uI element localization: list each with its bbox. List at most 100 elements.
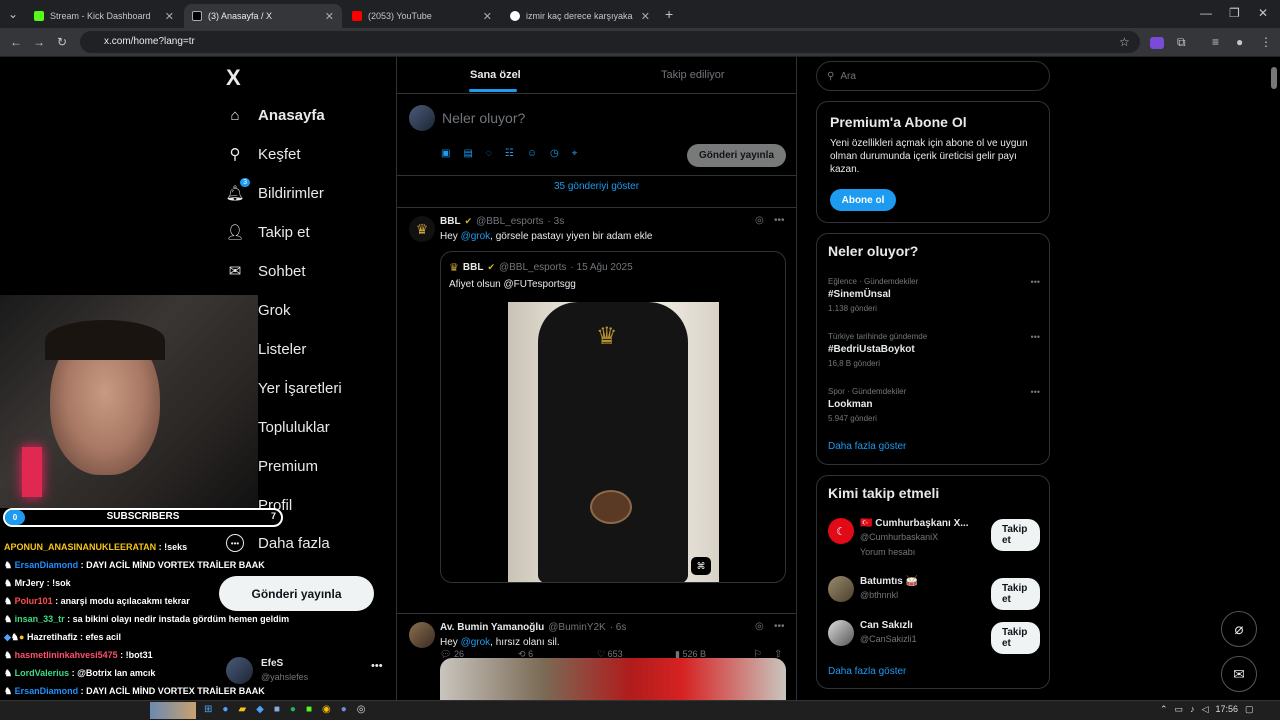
cake-shape	[590, 490, 632, 524]
app-icon[interactable]: ■	[274, 704, 280, 715]
folder-icon[interactable]: ▰	[238, 704, 246, 715]
tab-following[interactable]: Takip ediliyor	[661, 69, 725, 81]
discord-icon[interactable]: ●	[341, 704, 347, 715]
quoted-tweet[interactable]: ♛ BBL ✔ @BBL_esports · 15 Ağu 2025 Afiye…	[440, 251, 786, 583]
back-icon[interactable]: ←	[10, 35, 22, 49]
sidebar-item-explore[interactable]: ⚲ Keşfet	[226, 145, 301, 164]
poll-icon[interactable]: ☷	[505, 148, 514, 159]
follow-button[interactable]: Takip et	[991, 622, 1040, 654]
follow-suggestion[interactable]: Batumtıs 🥁 @bthnnkl Takip et	[828, 574, 1040, 610]
close-window-icon[interactable]: ✕	[1258, 6, 1268, 20]
media-icon[interactable]: ≡	[1212, 35, 1219, 49]
x-logo[interactable]: X	[226, 65, 241, 91]
profile-icon[interactable]: ●	[1236, 35, 1243, 49]
windows-icon[interactable]: ⊞	[204, 704, 212, 715]
grok-icon[interactable]: ◎	[755, 215, 764, 226]
close-icon[interactable]: ✕	[641, 10, 650, 23]
more-icon[interactable]: •••	[1031, 387, 1040, 397]
extension-icon[interactable]	[1150, 37, 1164, 49]
follow-suggestion[interactable]: ☾ 🇹🇷 Cumhurbaşkanı X... @CumhurbaskaniX …	[828, 516, 1040, 560]
app-icon[interactable]: ■	[306, 704, 312, 715]
tweet-time[interactable]: · 3s	[548, 216, 565, 227]
follow-button[interactable]: Takip et	[991, 578, 1040, 610]
tab-search-icon[interactable]: ⌄	[8, 7, 18, 21]
show-new-posts[interactable]: 35 gönderiyi göster	[397, 181, 796, 192]
compose-input[interactable]: Neler oluyor?	[442, 110, 525, 126]
image-icon[interactable]: ▣	[441, 148, 450, 159]
tweet-author-name[interactable]: BBL	[440, 216, 461, 227]
mic-icon[interactable]: ♪	[1190, 704, 1195, 715]
messages-floating-icon[interactable]: ✉	[1221, 656, 1257, 692]
trend-item[interactable]: Spor · Gündemdekiler Lookman 5.947 gönde…	[828, 387, 1040, 423]
trend-category: Eğlence · Gündemdekiler	[828, 277, 919, 286]
minimize-icon[interactable]: —	[1200, 6, 1212, 20]
sidebar-item-follow[interactable]: 👤︎ Takip et	[225, 223, 309, 242]
tweet-image[interactable]	[440, 658, 786, 700]
app-icon[interactable]: ●	[222, 704, 228, 715]
tweet-handle[interactable]: @BBL_esports	[476, 216, 543, 227]
maximize-icon[interactable]: ❐	[1229, 6, 1240, 20]
follow-suggestion[interactable]: Can Sakızlı @CanSakizli1 Takip et	[828, 618, 1040, 654]
volume-icon[interactable]: ◁	[1202, 704, 1209, 715]
more-icon[interactable]: •••	[774, 621, 785, 632]
search-box[interactable]: ⚲ Ara	[816, 61, 1050, 91]
trend-item[interactable]: Türkiye tarihinde gündemde #BedriUstaBoy…	[828, 332, 1040, 368]
gif-icon[interactable]: ▤	[463, 148, 472, 159]
app-icon[interactable]: ◆	[256, 704, 264, 715]
taskbar-thumbnail	[150, 702, 196, 719]
sidebar-item-notifications[interactable]: 🔔︎ 3 Bildirimler	[225, 178, 324, 202]
more-icon[interactable]: •••	[1031, 277, 1040, 287]
grok-floating-icon[interactable]: ⌀	[1221, 611, 1257, 647]
new-tab-icon[interactable]: +	[665, 6, 673, 22]
trend-item[interactable]: Eğlence · Gündemdekiler #SinemÜnsal 1.13…	[828, 277, 1040, 313]
clock-text[interactable]: 17:56	[1215, 704, 1238, 715]
more-icon[interactable]: •••	[1031, 332, 1040, 342]
grok-edit-icon[interactable]: ⌘	[691, 557, 711, 575]
reload-icon[interactable]: ↻	[57, 35, 67, 49]
compose-post-button[interactable]: Gönderi yayınla	[687, 144, 786, 167]
subscribe-button[interactable]: Abone ol	[830, 189, 896, 211]
tweet[interactable]: Av. Bumin Yamanoğlu @BuminY2K · 6s ◎ •••…	[397, 614, 796, 700]
tweet-text-part: , hırsız olanı sil.	[490, 637, 560, 648]
mention-link[interactable]: @grok	[461, 637, 491, 648]
close-icon[interactable]: ✕	[325, 10, 334, 23]
close-icon[interactable]: ✕	[483, 10, 492, 23]
schedule-icon[interactable]: ◷	[550, 148, 559, 159]
bookmark-star-icon[interactable]: ☆	[1119, 35, 1130, 49]
spotify-icon[interactable]: ●	[290, 704, 296, 715]
chrome-icon[interactable]: ◉	[322, 704, 331, 715]
tweet-time[interactable]: · 6s	[610, 622, 627, 633]
tweet-handle[interactable]: @BuminY2K	[548, 622, 605, 633]
puzzle-icon[interactable]: ⧉	[1177, 35, 1186, 50]
forward-icon[interactable]: →	[33, 35, 45, 49]
browser-tab[interactable]: (3) Anasayfa / X ✕	[184, 4, 342, 28]
sidebar-item-chat[interactable]: ✉ Sohbet	[226, 262, 306, 281]
mention-link[interactable]: @grok	[461, 231, 491, 242]
browser-tab[interactable]: izmir kaç derece karşıyaka - Goo ✕	[502, 4, 658, 28]
browser-tab[interactable]: (2053) YouTube ✕	[344, 4, 500, 28]
grok-icon[interactable]: ◌	[486, 148, 492, 159]
notification-icon[interactable]: ▢	[1245, 704, 1254, 715]
show-more-follow[interactable]: Daha fazla göster	[828, 666, 906, 677]
close-icon[interactable]: ✕	[165, 10, 174, 23]
show-more-trends[interactable]: Daha fazla göster	[828, 441, 906, 452]
avatar	[828, 620, 854, 646]
tweet-image[interactable]: ♛ ⌘	[508, 302, 719, 582]
tweet[interactable]: ♛ BBL ✔ @BBL_esports · 3s ◎ ••• Hey @gro…	[397, 208, 796, 659]
url-field[interactable]: x.com/home?lang=tr	[80, 31, 1140, 53]
menu-icon[interactable]: ⋮	[1260, 35, 1272, 49]
sidebar-item-home[interactable]: ⌂ Anasayfa	[226, 106, 324, 124]
app-icon[interactable]: ◎	[357, 704, 366, 715]
follow-button[interactable]: Takip et	[991, 519, 1040, 551]
more-icon[interactable]: •••	[774, 215, 785, 226]
network-icon[interactable]: ▭	[1175, 704, 1184, 715]
search-input[interactable]: Ara	[840, 71, 856, 82]
grok-icon[interactable]: ◎	[755, 621, 764, 632]
location-icon[interactable]: ⌖	[572, 148, 578, 159]
tweet-author-name[interactable]: Av. Bumin Yamanoğlu	[440, 622, 544, 633]
browser-tab[interactable]: Stream - Kick Dashboard ✕	[26, 4, 182, 28]
chevron-up-icon[interactable]: ⌃	[1160, 704, 1168, 715]
emoji-icon[interactable]: ☺	[527, 148, 537, 159]
scrollbar-thumb[interactable]	[1271, 67, 1277, 89]
tab-for-you[interactable]: Sana özel	[470, 69, 521, 81]
